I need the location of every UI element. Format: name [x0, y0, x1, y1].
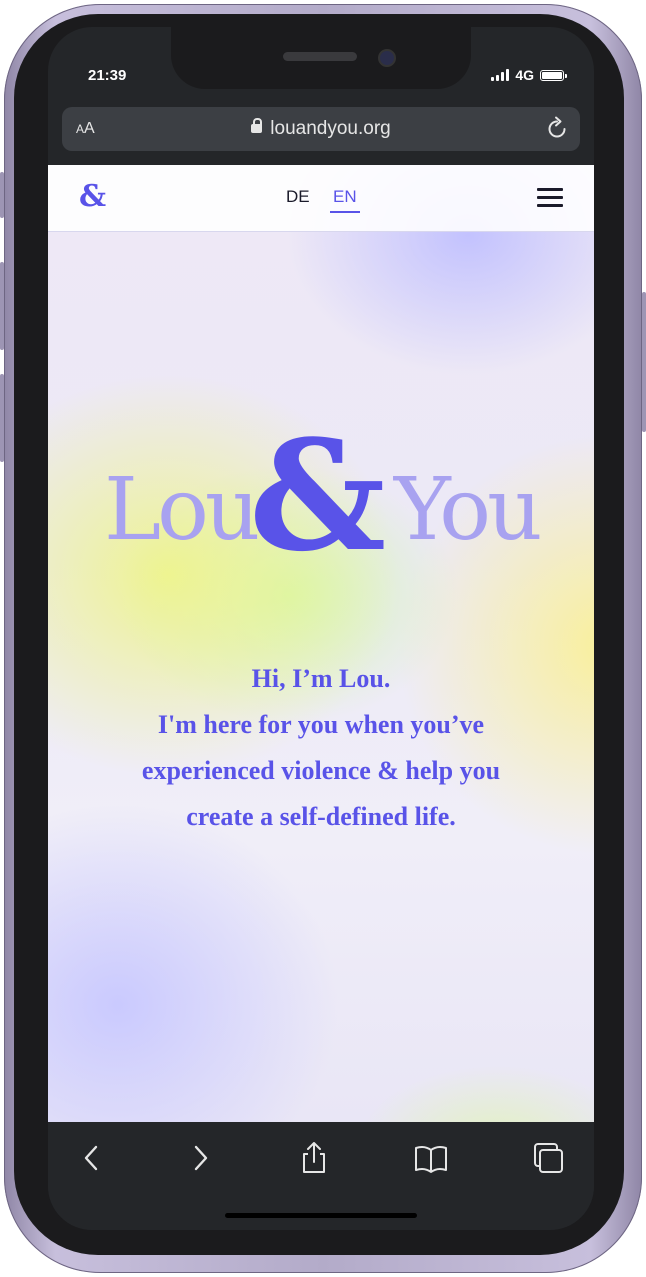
hero-text: Hi, I’m Lou. I'm here for you when you’v…	[48, 656, 594, 840]
back-icon[interactable]	[74, 1140, 110, 1176]
home-indicator[interactable]	[225, 1213, 417, 1218]
signal-icon	[491, 69, 510, 81]
url-text: louandyou.org	[270, 118, 391, 139]
hero-line-3: experienced violence & help you	[141, 756, 501, 785]
share-icon[interactable]	[296, 1140, 332, 1176]
status-indicators: 4G	[491, 67, 567, 83]
webpage: & DE EN Lou You & Hi, I’m Lou. I'm here …	[48, 165, 594, 1122]
hero-line-4: create a self-defined life.	[186, 802, 456, 831]
logo-ampersand: &	[249, 406, 387, 585]
status-time: 21:39	[88, 67, 127, 84]
speaker-grille	[283, 52, 357, 61]
notch	[171, 27, 471, 89]
forward-icon[interactable]	[182, 1140, 218, 1176]
logo-word-you: You	[394, 460, 542, 560]
volume-down-button	[0, 374, 4, 462]
bookmarks-icon[interactable]	[413, 1140, 449, 1176]
logo-word-lou: Lou	[104, 460, 260, 560]
power-button	[642, 292, 646, 432]
home-logo-link[interactable]: &	[79, 179, 106, 214]
site-header: & DE EN	[48, 165, 594, 232]
hero-line-2: I'm here for you when you’ve	[157, 710, 485, 739]
language-en-link[interactable]: EN	[330, 187, 360, 213]
tabs-icon[interactable]	[530, 1140, 566, 1176]
hero-line-greeting: Hi, I’m Lou.	[251, 664, 391, 693]
network-label: 4G	[515, 67, 534, 83]
lou-and-you-logo: Lou You &	[104, 420, 544, 588]
lock-icon	[251, 118, 263, 133]
volume-up-button	[0, 262, 4, 350]
screen: 21:39 4G AA louandyou.org & DE EN Lou Yo…	[48, 27, 594, 1230]
front-camera	[378, 49, 396, 67]
url-display[interactable]: louandyou.org	[62, 118, 580, 140]
mute-switch	[0, 172, 4, 218]
language-de-link[interactable]: DE	[286, 187, 310, 207]
gradient-background	[48, 165, 594, 1122]
battery-icon	[540, 69, 567, 81]
reload-icon[interactable]	[544, 116, 570, 142]
hamburger-menu-icon[interactable]	[537, 188, 563, 208]
address-bar[interactable]: AA louandyou.org	[62, 107, 580, 151]
